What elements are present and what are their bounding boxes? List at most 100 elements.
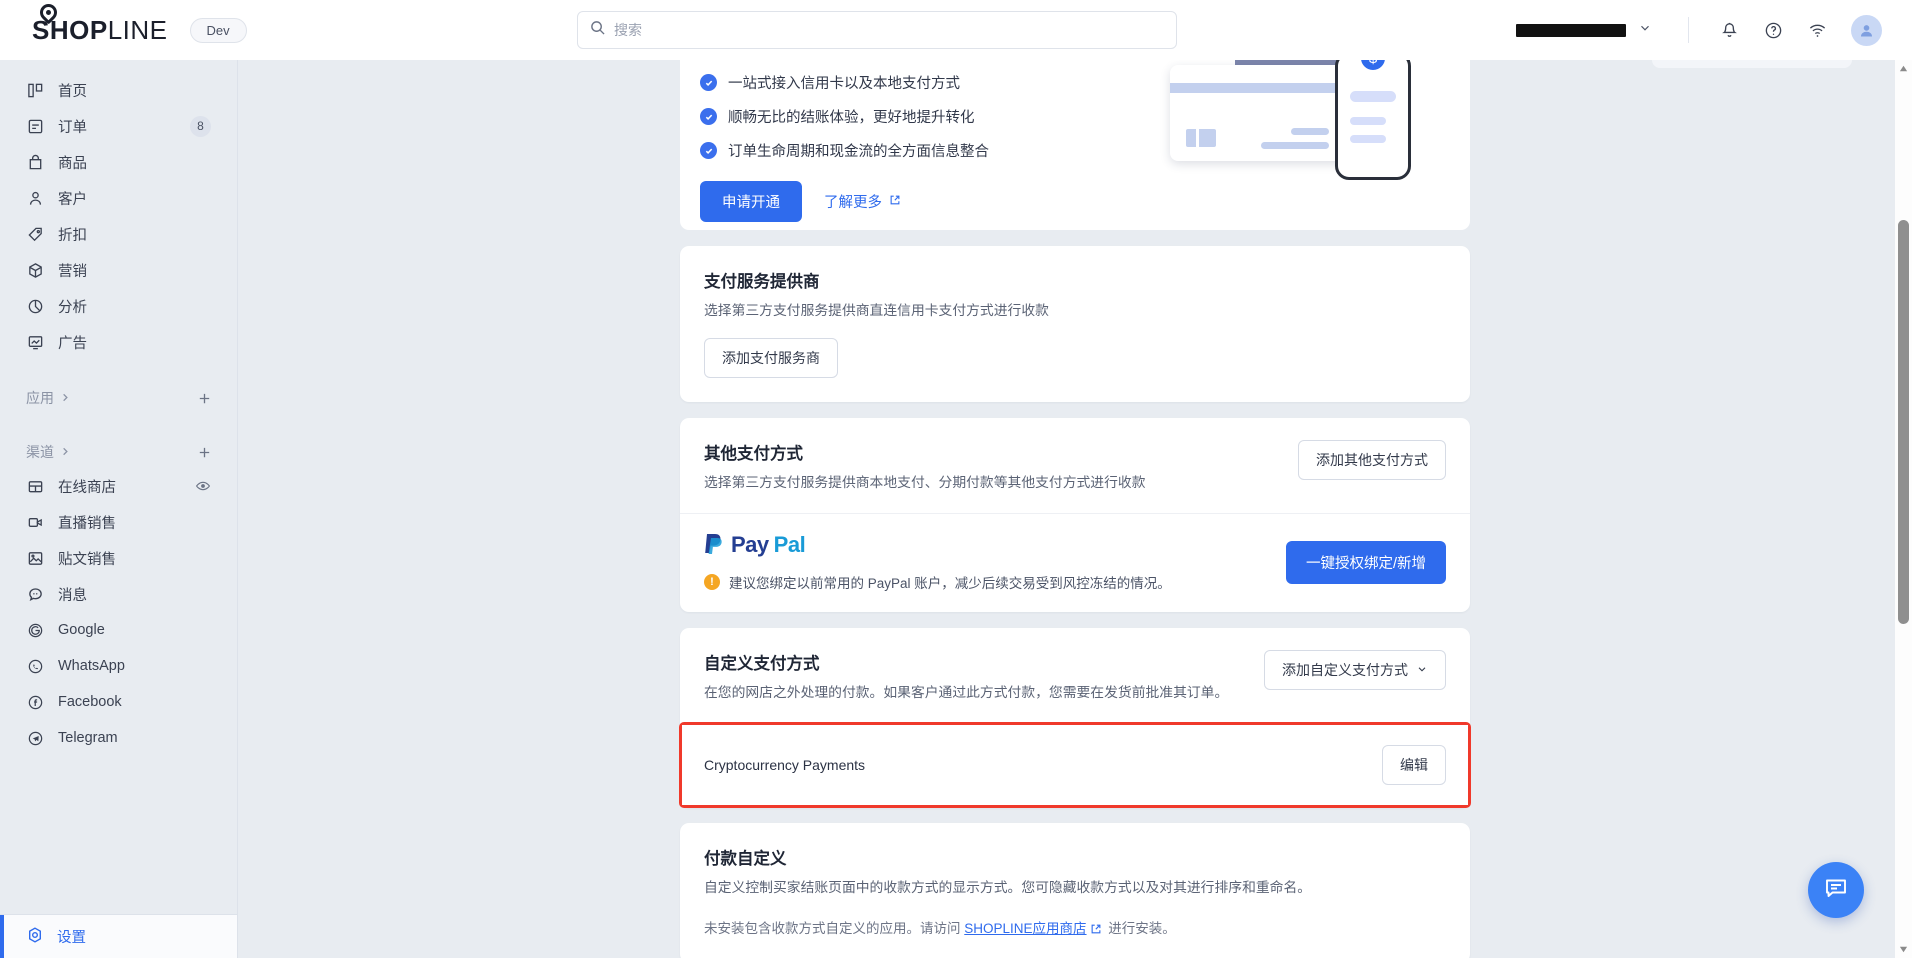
sidebar-nav: 首页 订单 8 商品 客户 折扣 营销 分析 广告 应用 渠道 在线商店 直播销…: [0, 60, 237, 914]
vertical-scrollbar[interactable]: [1895, 60, 1912, 958]
add-other-payment-button[interactable]: 添加其他支付方式: [1298, 439, 1446, 480]
sidebar-item-marketing[interactable]: 营销: [0, 252, 229, 288]
sidebar-item-post-sales[interactable]: 贴文销售: [0, 540, 229, 576]
search-input[interactable]: 搜索: [577, 11, 1177, 49]
paypal-mark-icon: [705, 534, 722, 555]
custom-section-title: 自定义支付方式: [704, 655, 820, 674]
clipped-card-fragment: [1652, 60, 1852, 68]
add-custom-payment-button[interactable]: 添加自定义支付方式: [1264, 650, 1446, 691]
chat-bubble-icon: [26, 585, 45, 604]
store-switcher[interactable]: [1516, 21, 1652, 40]
sidebar-item-customers[interactable]: 客户: [0, 180, 229, 216]
search-area: 搜索: [238, 11, 1516, 49]
bell-icon[interactable]: [1707, 8, 1751, 52]
checkout-section-desc: 自定义控制买家结账页面中的收款方式的显示方式。您可隐藏收款方式以及对其进行排序和…: [704, 880, 1312, 896]
sidebar-item-label: 直播销售: [58, 515, 116, 532]
sidebar-item-label: 贴文销售: [58, 551, 116, 568]
telegram-icon: [26, 729, 45, 748]
external-link-icon: [889, 194, 901, 210]
sidebar-item-orders[interactable]: 订单 8: [0, 108, 229, 144]
sidebar-item-label: 客户: [58, 191, 87, 208]
wifi-icon[interactable]: [1795, 8, 1839, 52]
avatar[interactable]: [1851, 14, 1882, 46]
customers-icon: [26, 189, 45, 208]
other-payment-card: 其他支付方式 选择第三方支付服务提供商本地支付、分期付款等其他支付方式进行收款 …: [680, 417, 1470, 613]
payment-provider-card: 支付服务提供商 选择第三方支付服务提供商直连信用卡支付方式进行收款 添加支付服务…: [680, 246, 1470, 402]
paypal-bind-button[interactable]: 一键授权绑定/新增: [1285, 540, 1446, 584]
promo-bullet-text: 订单生命周期和现金流的全方面信息整合: [728, 144, 989, 160]
sidebar-item-home[interactable]: 首页: [0, 72, 229, 108]
check-icon: [700, 142, 717, 159]
promo-bullet: 一站式接入信用卡以及本地支付方式: [700, 72, 1170, 93]
analytics-pie-icon: [26, 297, 45, 316]
sidebar-item-telegram[interactable]: Telegram: [0, 720, 229, 756]
sidebar-item-live-sales[interactable]: 直播销售: [0, 504, 229, 540]
page-body: 首页 订单 8 商品 客户 折扣 营销 分析 广告 应用 渠道 在线商店 直播销…: [0, 60, 1912, 958]
learn-more-link[interactable]: 了解更多: [824, 191, 901, 212]
sidebar-item-label: WhatsApp: [58, 658, 125, 674]
sidebar-item-analytics[interactable]: 分析: [0, 288, 229, 324]
top-bar: SHOP LINE Dev 搜索: [0, 0, 1912, 60]
sidebar-item-online-store[interactable]: 在线商店: [0, 468, 229, 504]
custom-payment-card: 自定义支付方式 在您的网店之外处理的付款。如果客户通过此方式付款，您需要在发货前…: [679, 628, 1471, 809]
add-channel-button[interactable]: [193, 441, 215, 463]
shopline-app-store-link[interactable]: SHOPLINE应用商店: [964, 921, 1086, 936]
crypto-highlight-box: Cryptocurrency Payments 编辑: [679, 722, 1471, 809]
top-bar-actions: [1516, 8, 1912, 52]
eye-icon[interactable]: [195, 478, 211, 494]
check-icon: [700, 74, 717, 91]
apply-activation-button[interactable]: 申请开通: [700, 181, 802, 222]
check-icon: [700, 108, 717, 125]
paypal-logo: Pay Pal: [704, 532, 1171, 558]
sidebar-item-products[interactable]: 商品: [0, 144, 229, 180]
sidebar-item-discounts[interactable]: 折扣: [0, 216, 229, 252]
sidebar-item-label: 订单: [58, 119, 87, 136]
sidebar-item-facebook[interactable]: Facebook: [0, 684, 229, 720]
chat-support-button[interactable]: [1808, 862, 1864, 918]
search-icon: [590, 20, 605, 40]
sidebar-item-label: 营销: [58, 263, 87, 280]
add-app-button[interactable]: [193, 387, 215, 409]
chat-bubble-icon: [1823, 875, 1849, 906]
sidebar-group-channels: 渠道: [0, 436, 237, 468]
scrollbar-thumb[interactable]: [1898, 220, 1909, 624]
sidebar-item-label: 广告: [58, 335, 87, 352]
add-custom-payment-label: 添加自定义支付方式: [1282, 662, 1408, 679]
promo-body: 一站式接入信用卡以及本地支付方式 顺畅无比的结账体验，更好地提升转化 订单生命周…: [680, 60, 1170, 230]
sidebar-item-label: Telegram: [58, 730, 118, 746]
search-placeholder: 搜索: [614, 22, 642, 38]
edit-custom-payment-button[interactable]: 编辑: [1382, 745, 1446, 786]
sidebar-group-apps-toggle[interactable]: 应用: [0, 382, 97, 414]
chevron-down-icon: [1416, 662, 1428, 678]
sidebar-group-apps: 应用: [0, 382, 237, 414]
provider-section-title: 支付服务提供商: [704, 273, 820, 291]
sidebar-item-ads[interactable]: 广告: [0, 324, 229, 360]
products-icon: [26, 153, 45, 172]
chevron-down-icon: [1638, 21, 1652, 40]
sidebar-item-google[interactable]: Google: [0, 612, 229, 648]
custom-section-desc: 在您的网店之外处理的付款。如果客户通过此方式付款，您需要在发货前批准其订单。: [704, 685, 1229, 701]
orders-badge: 8: [190, 115, 211, 137]
google-icon: [26, 621, 45, 640]
sidebar-item-settings[interactable]: 设置: [0, 914, 237, 958]
promo-bullet-text: 一站式接入信用卡以及本地支付方式: [728, 76, 960, 92]
help-icon[interactable]: [1751, 8, 1795, 52]
chevron-right-icon: [60, 444, 71, 460]
scroll-up-arrow[interactable]: [1895, 60, 1912, 77]
sidebar-group-channels-toggle[interactable]: 渠道: [0, 436, 97, 468]
paypal-logo-pay: Pay: [731, 532, 769, 558]
settings-gear-icon: [26, 926, 44, 948]
brand-logo[interactable]: SHOP LINE Dev: [0, 0, 247, 46]
external-link-icon: [1090, 923, 1102, 935]
sidebar-item-messages[interactable]: 消息: [0, 576, 229, 612]
app-root: SHOP LINE Dev 搜索 首页 订单 8 商品 客户 折扣 营销 分析 …: [0, 0, 1912, 958]
sidebar-item-label: 在线商店: [58, 479, 116, 496]
promo-bullet: 订单生命周期和现金流的全方面信息整合: [700, 140, 1170, 161]
promo-illustration: $: [1170, 60, 1470, 230]
add-payment-provider-button[interactable]: 添加支付服务商: [704, 337, 838, 378]
phone-illustration: $: [1335, 60, 1411, 180]
paypal-note-text: 建议您绑定以前常用的 PayPal 账户，减少后续交易受到风控冻结的情况。: [729, 576, 1171, 592]
sidebar-item-whatsapp[interactable]: WhatsApp: [0, 648, 229, 684]
scroll-down-arrow[interactable]: [1895, 941, 1912, 958]
